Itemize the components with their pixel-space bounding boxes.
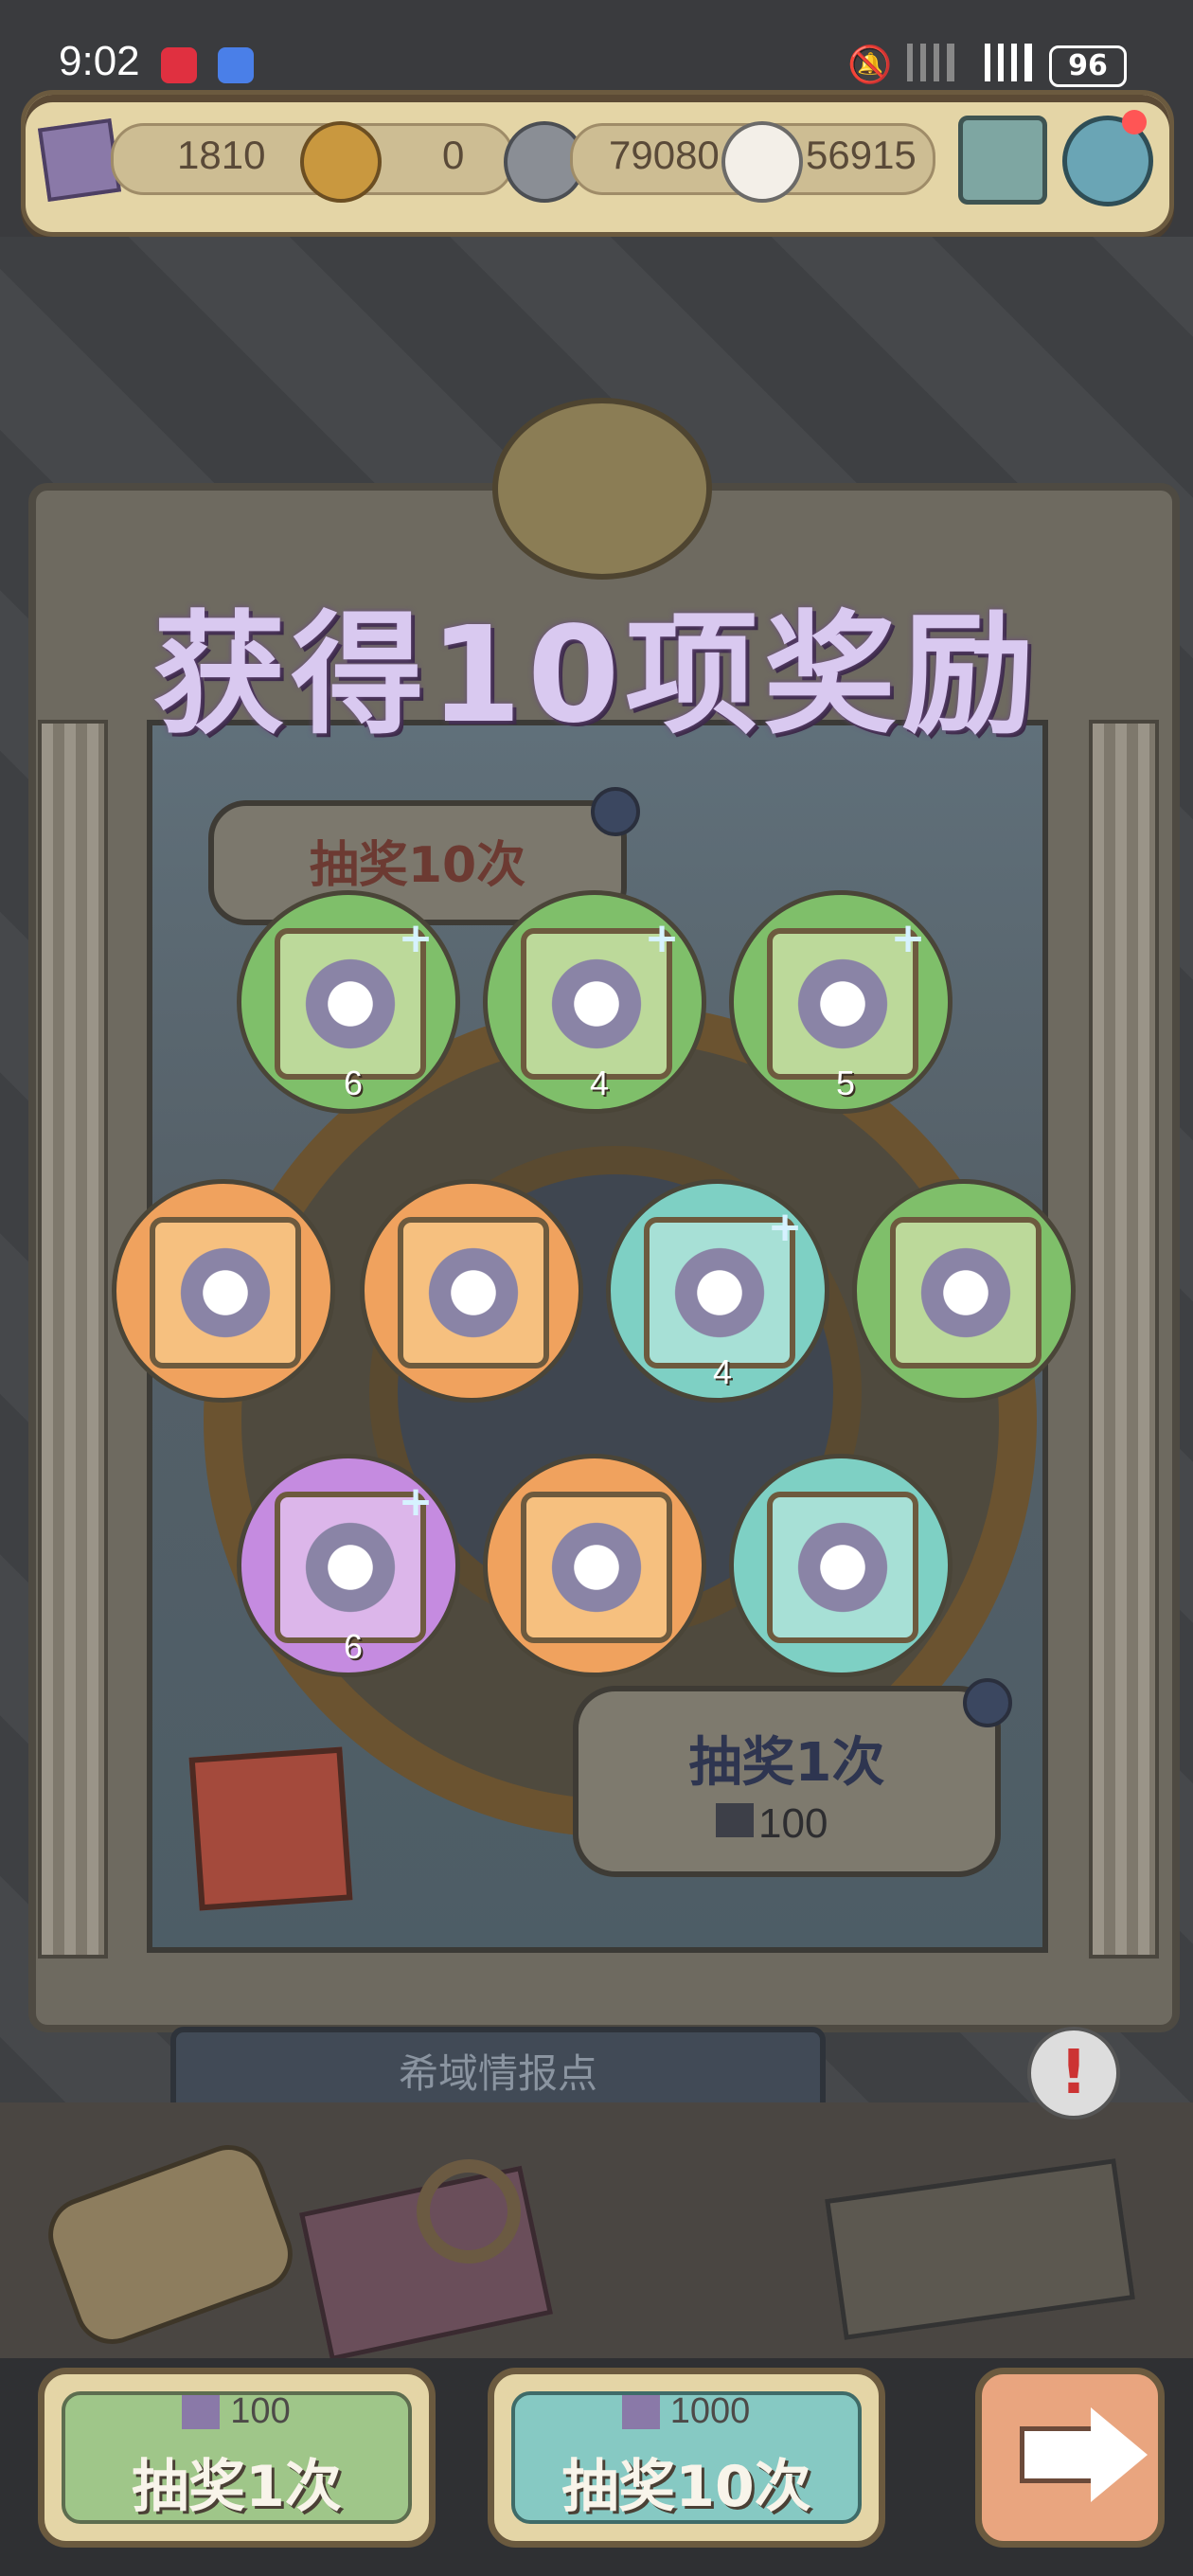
- arrow-right-icon: [963, 1678, 1012, 1727]
- puzzle-piece-icon: +: [398, 914, 434, 962]
- ticket-icon: [37, 117, 122, 203]
- sailor-shirt-icon: [914, 1241, 1018, 1345]
- white-bubble-count: 56915: [806, 133, 917, 177]
- reward-item[interactable]: +5: [729, 890, 953, 1114]
- draw-1-cost: 100: [230, 2391, 291, 2431]
- draw-10-tag-label: 抽奖10次: [309, 837, 526, 894]
- notification-dot: [1122, 110, 1147, 134]
- coins-count: 0: [442, 133, 465, 177]
- tickets-count: 1810: [177, 133, 266, 177]
- ticket-icon: [716, 1803, 754, 1837]
- battery-indicator: 96: [1049, 45, 1127, 87]
- puzzle-piece-icon: +: [644, 914, 680, 962]
- pink-fur-top-icon: [791, 1515, 895, 1619]
- red-skirt-icon: [791, 952, 895, 1056]
- info-board-label: 希域情报点: [398, 2050, 597, 2097]
- white-cape-icon: [298, 952, 402, 1056]
- reward-count: 6: [343, 1064, 364, 1102]
- desk: !: [0, 2027, 1193, 2387]
- winged-helmet-icon: [544, 1515, 649, 1619]
- reward-item[interactable]: [112, 1179, 335, 1403]
- reward-item[interactable]: [360, 1179, 583, 1403]
- draw-10-cost: 1000: [669, 2391, 751, 2431]
- status-bar: 9:02 🔕 96: [0, 0, 1193, 87]
- white-bubble-icon: [721, 121, 803, 203]
- music-icon: [218, 47, 254, 83]
- reward-count: 5: [835, 1064, 856, 1102]
- reward-item[interactable]: +4: [483, 890, 706, 1114]
- draw-10-label: 抽奖10次: [561, 2454, 811, 2520]
- alert-bubble-icon[interactable]: !: [1027, 2027, 1120, 2120]
- puzzle-piece-icon: +: [398, 1477, 434, 1526]
- clock: 9:02: [59, 38, 140, 84]
- gray-bubble-count: 79080: [609, 133, 720, 177]
- reward-item[interactable]: [729, 1454, 953, 1677]
- purple-shorts-icon: [668, 1241, 772, 1345]
- reward-item[interactable]: +4: [606, 1179, 829, 1403]
- right-pillar: [1089, 720, 1159, 1959]
- puzzle-piece-icon: +: [890, 914, 926, 962]
- draw-1-tag[interactable]: 抽奖1次 100: [573, 1678, 1012, 1877]
- resource-bar: 1810 0 79080 56915: [21, 90, 1174, 237]
- draw-1-button[interactable]: 100 抽奖1次: [38, 2368, 436, 2548]
- mail-icon[interactable]: [958, 116, 1047, 205]
- chest-icon: [825, 2158, 1135, 2340]
- feather-gown-icon: [173, 1241, 277, 1345]
- app-notification-icon: [161, 47, 197, 83]
- reward-item[interactable]: [852, 1179, 1076, 1403]
- next-button[interactable]: [975, 2368, 1165, 2548]
- rewards-title: 获得10项奖励: [152, 599, 1041, 753]
- signal-icon: [898, 44, 954, 81]
- reward-count: 4: [712, 1352, 733, 1391]
- draw-1-label: 抽奖1次: [132, 2454, 342, 2520]
- coin-icon: [300, 121, 382, 203]
- belted-skirt-icon: [544, 952, 649, 1056]
- mute-icon: 🔕: [847, 44, 893, 85]
- reward-item[interactable]: +6: [237, 890, 460, 1114]
- patterned-coat-icon: [298, 1515, 402, 1619]
- magnifier-icon: [417, 2159, 521, 2263]
- draw-10-button[interactable]: 1000 抽奖10次: [488, 2368, 885, 2548]
- stamp-icon: [188, 1746, 353, 1911]
- arrow-head: [1091, 2407, 1148, 2502]
- left-pillar: [38, 720, 108, 1959]
- puzzle-piece-icon: +: [767, 1203, 803, 1251]
- arrow-right-icon: [1020, 2426, 1095, 2483]
- draw-1-tag-cost: 100: [758, 1800, 828, 1847]
- reward-count: 4: [589, 1064, 610, 1102]
- reward-item[interactable]: +6: [237, 1454, 460, 1677]
- reward-item[interactable]: [483, 1454, 706, 1677]
- reward-count: 6: [343, 1627, 364, 1666]
- arrow-right-icon: [591, 787, 640, 836]
- sun-ornament-icon: [492, 398, 712, 580]
- scroll-icon: [37, 2134, 304, 2355]
- blue-jacket-icon: [421, 1241, 525, 1345]
- draw-1-tag-label: 抽奖1次: [688, 1732, 885, 1794]
- signal-icon: [975, 44, 1032, 81]
